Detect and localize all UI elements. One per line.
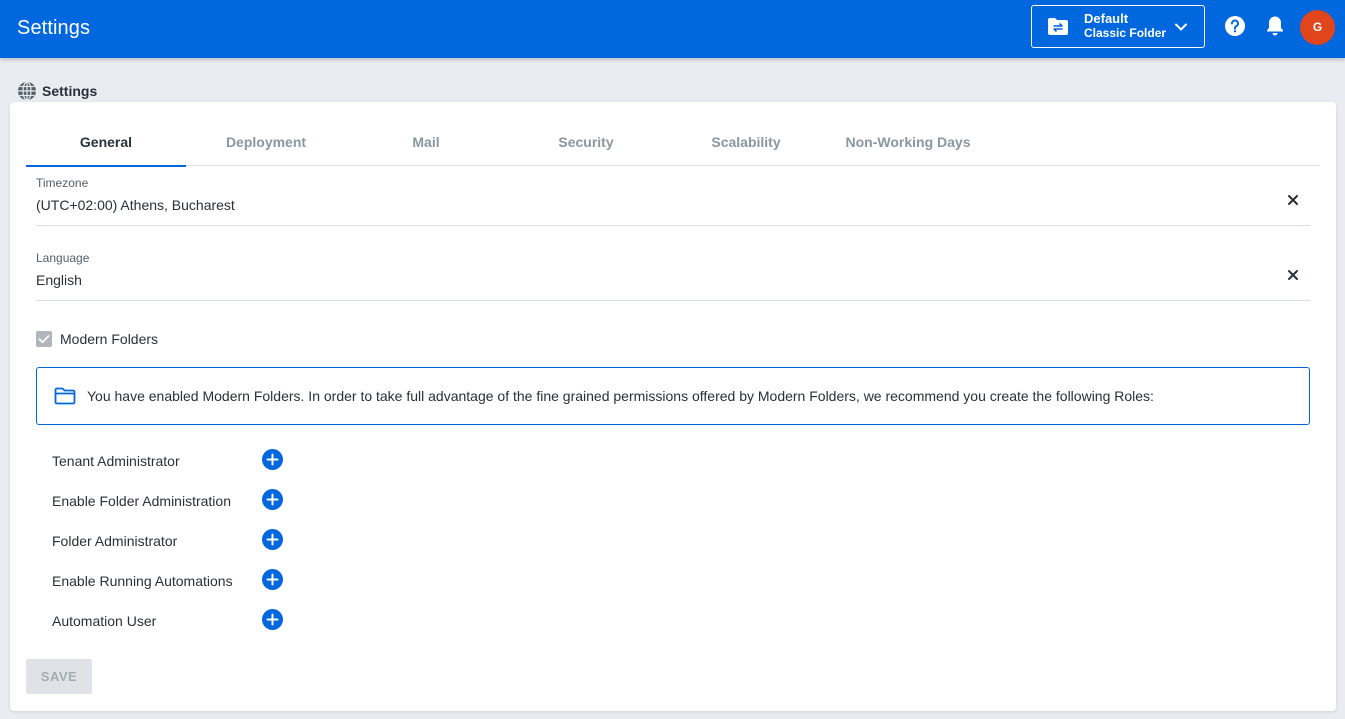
settings-card: General Deployment Mail Security Scalabi… <box>10 102 1336 711</box>
folder-selector[interactable]: Default Classic Folder <box>1031 5 1205 48</box>
help-circle-icon[interactable] <box>1224 15 1246 37</box>
timezone-field[interactable]: Timezone (UTC+02:00) Athens, Bucharest <box>36 176 1310 226</box>
add-role-button[interactable] <box>262 529 283 550</box>
plus-icon <box>266 573 279 586</box>
top-bar: Settings Default Classic Folder G <box>0 0 1345 58</box>
tab-scalability[interactable]: Scalability <box>666 126 826 166</box>
avatar[interactable]: G <box>1300 10 1335 45</box>
role-label: Automation User <box>52 613 157 629</box>
role-label: Folder Administrator <box>52 533 178 549</box>
plus-icon <box>266 453 279 466</box>
tab-security[interactable]: Security <box>506 126 666 166</box>
timezone-value[interactable]: (UTC+02:00) Athens, Bucharest <box>36 197 235 213</box>
language-label: Language <box>36 251 90 265</box>
role-label: Tenant Administrator <box>52 453 180 469</box>
role-label: Enable Folder Administration <box>52 493 231 509</box>
timezone-label: Timezone <box>36 176 89 190</box>
tab-bar: General Deployment Mail Security Scalabi… <box>26 126 1320 167</box>
add-role-button[interactable] <box>262 569 283 590</box>
tab-general[interactable]: General <box>26 126 186 167</box>
language-field[interactable]: Language English <box>36 251 1310 301</box>
save-button[interactable]: SAVE <box>26 659 92 694</box>
folder-icon <box>54 387 76 405</box>
role-label: Enable Running Automations <box>52 573 233 589</box>
add-role-button[interactable] <box>262 489 283 510</box>
add-role-button[interactable] <box>262 449 283 470</box>
app-title: Settings <box>17 17 91 39</box>
globe-icon <box>18 81 36 101</box>
clear-language-icon[interactable] <box>1286 268 1300 282</box>
add-role-button[interactable] <box>262 609 283 630</box>
plus-icon <box>266 533 279 546</box>
clear-timezone-icon[interactable] <box>1286 193 1300 207</box>
plus-icon <box>266 613 279 626</box>
modern-folders-info-box: You have enabled Modern Folders. In orde… <box>36 367 1310 425</box>
tab-deployment[interactable]: Deployment <box>186 126 346 166</box>
check-icon <box>38 335 50 344</box>
chevron-down-icon <box>1175 23 1187 31</box>
folder-switch-icon <box>1048 18 1068 35</box>
info-message: You have enabled Modern Folders. In orde… <box>87 388 1154 404</box>
folder-name: Default <box>1084 11 1129 26</box>
bell-icon[interactable] <box>1265 15 1285 37</box>
tab-non-working-days[interactable]: Non-Working Days <box>828 126 988 166</box>
plus-icon <box>266 493 279 506</box>
tab-mail[interactable]: Mail <box>346 126 506 166</box>
folder-type: Classic Folder <box>1084 26 1167 40</box>
modern-folders-checkbox[interactable] <box>36 331 52 347</box>
page-title: Settings <box>42 83 98 99</box>
modern-folders-label: Modern Folders <box>60 331 159 347</box>
language-value[interactable]: English <box>36 272 82 288</box>
